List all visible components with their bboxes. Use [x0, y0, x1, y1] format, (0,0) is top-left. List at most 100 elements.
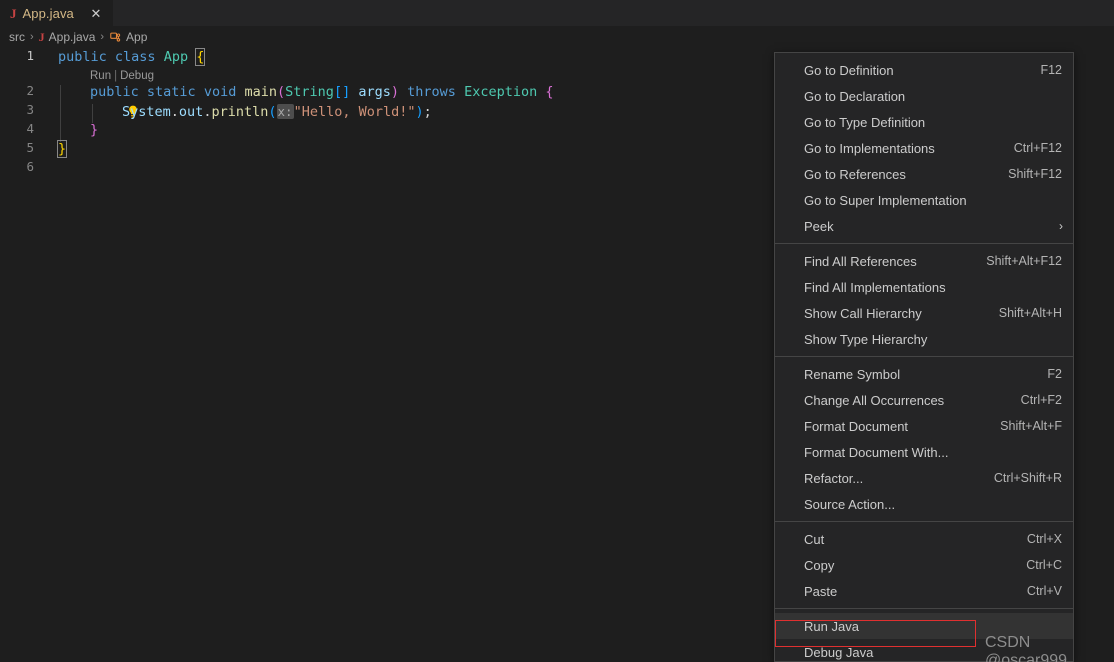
line-number: 5: [26, 140, 34, 155]
menu-item-label: Find All Implementations: [804, 279, 946, 295]
line-number: 1: [26, 48, 34, 63]
editor-tab-app-java[interactable]: J App.java ✕: [0, 0, 114, 26]
menu-separator: [775, 521, 1073, 522]
menu-item-label: Find All References: [804, 253, 917, 269]
token-throws: throws: [407, 84, 456, 100]
breadcrumb-item-src[interactable]: src: [9, 30, 25, 44]
menu-item-change-all-occurrences[interactable]: Change All Occurrences Ctrl+F2: [775, 387, 1073, 413]
menu-item-find-all-references[interactable]: Find All References Shift+Alt+F12: [775, 248, 1073, 274]
breadcrumb-label: src: [9, 30, 25, 44]
menu-item-label: Format Document: [804, 418, 909, 434]
token-public: public: [90, 84, 139, 100]
breadcrumb-label: App.java: [48, 30, 96, 44]
breadcrumb-label: App: [126, 30, 148, 44]
menu-item-label: Run Java: [804, 618, 859, 634]
token-method-println: println: [211, 104, 269, 120]
watermark: CSDN @oscar999: [985, 634, 1068, 662]
menu-item-go-to-type-definition[interactable]: Go to Type Definition: [775, 109, 1073, 135]
line-number: 4: [26, 121, 34, 136]
menu-item-go-to-super-implementation[interactable]: Go to Super Implementation: [775, 187, 1073, 213]
menu-item-peek[interactable]: Peek ›: [775, 213, 1073, 239]
line-number: 6: [26, 159, 34, 174]
menu-item-label: Go to Type Definition: [804, 114, 926, 130]
menu-item-label: Peek: [804, 218, 834, 234]
menu-item-shortcut: Shift+Alt+F: [1000, 419, 1062, 433]
menu-item-format-document-with[interactable]: Format Document With...: [775, 439, 1073, 465]
token-type-string: String: [285, 84, 334, 100]
menu-item-paste[interactable]: Paste Ctrl+V: [775, 578, 1073, 604]
menu-item-shortcut: Ctrl+F12: [1013, 141, 1062, 155]
java-file-icon: J: [38, 29, 45, 44]
token-brace-open: {: [545, 84, 554, 100]
menu-item-shortcut: Ctrl+C: [1026, 558, 1062, 572]
breadcrumb: src › J App.java › App: [0, 26, 1114, 48]
menu-item-label: Go to References: [804, 166, 906, 182]
breadcrumb-item-app-java[interactable]: J App.java: [39, 30, 96, 45]
menu-item-label: Go to Declaration: [804, 88, 906, 104]
codelens-run-debug[interactable]: Run | Debug: [90, 69, 154, 83]
menu-item-format-document[interactable]: Format Document Shift+Alt+F: [775, 413, 1073, 439]
menu-item-shortcut: Shift+F12: [1008, 167, 1062, 181]
menu-item-label: Copy: [804, 557, 835, 573]
codelens-separator: |: [114, 70, 118, 82]
token-type-app: App: [163, 49, 189, 65]
codelens-run[interactable]: Run: [90, 70, 111, 82]
editor-context-menu[interactable]: Go to Definition F12 Go to Declaration G…: [774, 52, 1074, 662]
code-line-4: }: [90, 121, 98, 140]
menu-item-shortcut: Shift+Alt+F12: [986, 254, 1062, 268]
token-paren-open: (: [268, 104, 277, 120]
java-file-icon: J: [10, 5, 17, 21]
menu-item-source-action[interactable]: Source Action...: [775, 491, 1073, 517]
menu-separator: [775, 356, 1073, 357]
menu-item-label: Go to Implementations: [804, 140, 935, 156]
menu-item-label: Paste: [804, 583, 838, 599]
token-string-literal: "Hello, World!": [293, 104, 416, 120]
menu-item-label: Go to Definition: [804, 62, 894, 78]
tab-label: App.java: [22, 5, 74, 21]
token-out: out: [178, 104, 204, 120]
menu-separator: [775, 243, 1073, 244]
menu-item-go-to-definition[interactable]: Go to Definition F12: [775, 57, 1073, 83]
menu-item-refactor[interactable]: Refactor... Ctrl+Shift+R: [775, 465, 1073, 491]
line-number-gutter: 1 2 3 4 5 6: [0, 48, 42, 662]
menu-item-label: Change All Occurrences: [804, 392, 945, 408]
menu-item-rename-symbol[interactable]: Rename Symbol F2: [775, 361, 1073, 387]
menu-item-shortcut: Shift+Alt+H: [998, 306, 1062, 320]
menu-item-go-to-references[interactable]: Go to References Shift+F12: [775, 161, 1073, 187]
menu-item-cut[interactable]: Cut Ctrl+X: [775, 526, 1073, 552]
breadcrumb-separator: ›: [30, 31, 34, 43]
vscode-window: J App.java ✕ src › J App.java › App 1 2 …: [0, 0, 1114, 662]
menu-item-shortcut: Ctrl+X: [1026, 532, 1062, 546]
tab-bar-empty-area: [113, 0, 1114, 26]
close-icon[interactable]: ✕: [88, 5, 104, 21]
token-method-main: main: [244, 84, 278, 100]
breadcrumb-item-app-class[interactable]: App: [109, 30, 147, 44]
lightbulb-icon[interactable]: [60, 85, 137, 118]
class-symbol-icon: [109, 31, 122, 44]
codelens-debug[interactable]: Debug: [120, 70, 154, 82]
menu-item-show-type-hierarchy[interactable]: Show Type Hierarchy: [775, 326, 1073, 352]
menu-item-copy[interactable]: Copy Ctrl+C: [775, 552, 1073, 578]
code-line-2: public static void main(String[] args) t…: [90, 83, 554, 102]
menu-item-label: Refactor...: [804, 470, 864, 486]
token-static: static: [146, 84, 196, 100]
menu-item-go-to-implementations[interactable]: Go to Implementations Ctrl+F12: [775, 135, 1073, 161]
token-brace-close: }: [90, 122, 99, 138]
token-array-brackets: []: [333, 84, 351, 100]
menu-separator: [775, 608, 1073, 609]
menu-item-go-to-declaration[interactable]: Go to Declaration: [775, 83, 1073, 109]
code-line-1: public class App {: [58, 48, 206, 67]
token-void: void: [203, 84, 237, 100]
token-brace-open: {: [195, 48, 206, 66]
token-type-exception: Exception: [464, 84, 538, 100]
token-public: public: [58, 49, 107, 65]
code-line-5: }: [56, 140, 68, 159]
menu-item-label: Format Document With...: [804, 444, 949, 460]
token-semicolon: ;: [423, 104, 432, 120]
menu-item-shortcut: Ctrl+V: [1026, 584, 1062, 598]
inlay-hint-parameter-name[interactable]: x:: [276, 104, 294, 119]
token-paren-close: ): [415, 104, 424, 120]
menu-item-find-all-implementations[interactable]: Find All Implementations: [775, 274, 1073, 300]
menu-item-show-call-hierarchy[interactable]: Show Call Hierarchy Shift+Alt+H: [775, 300, 1073, 326]
token-system: System: [122, 104, 171, 120]
